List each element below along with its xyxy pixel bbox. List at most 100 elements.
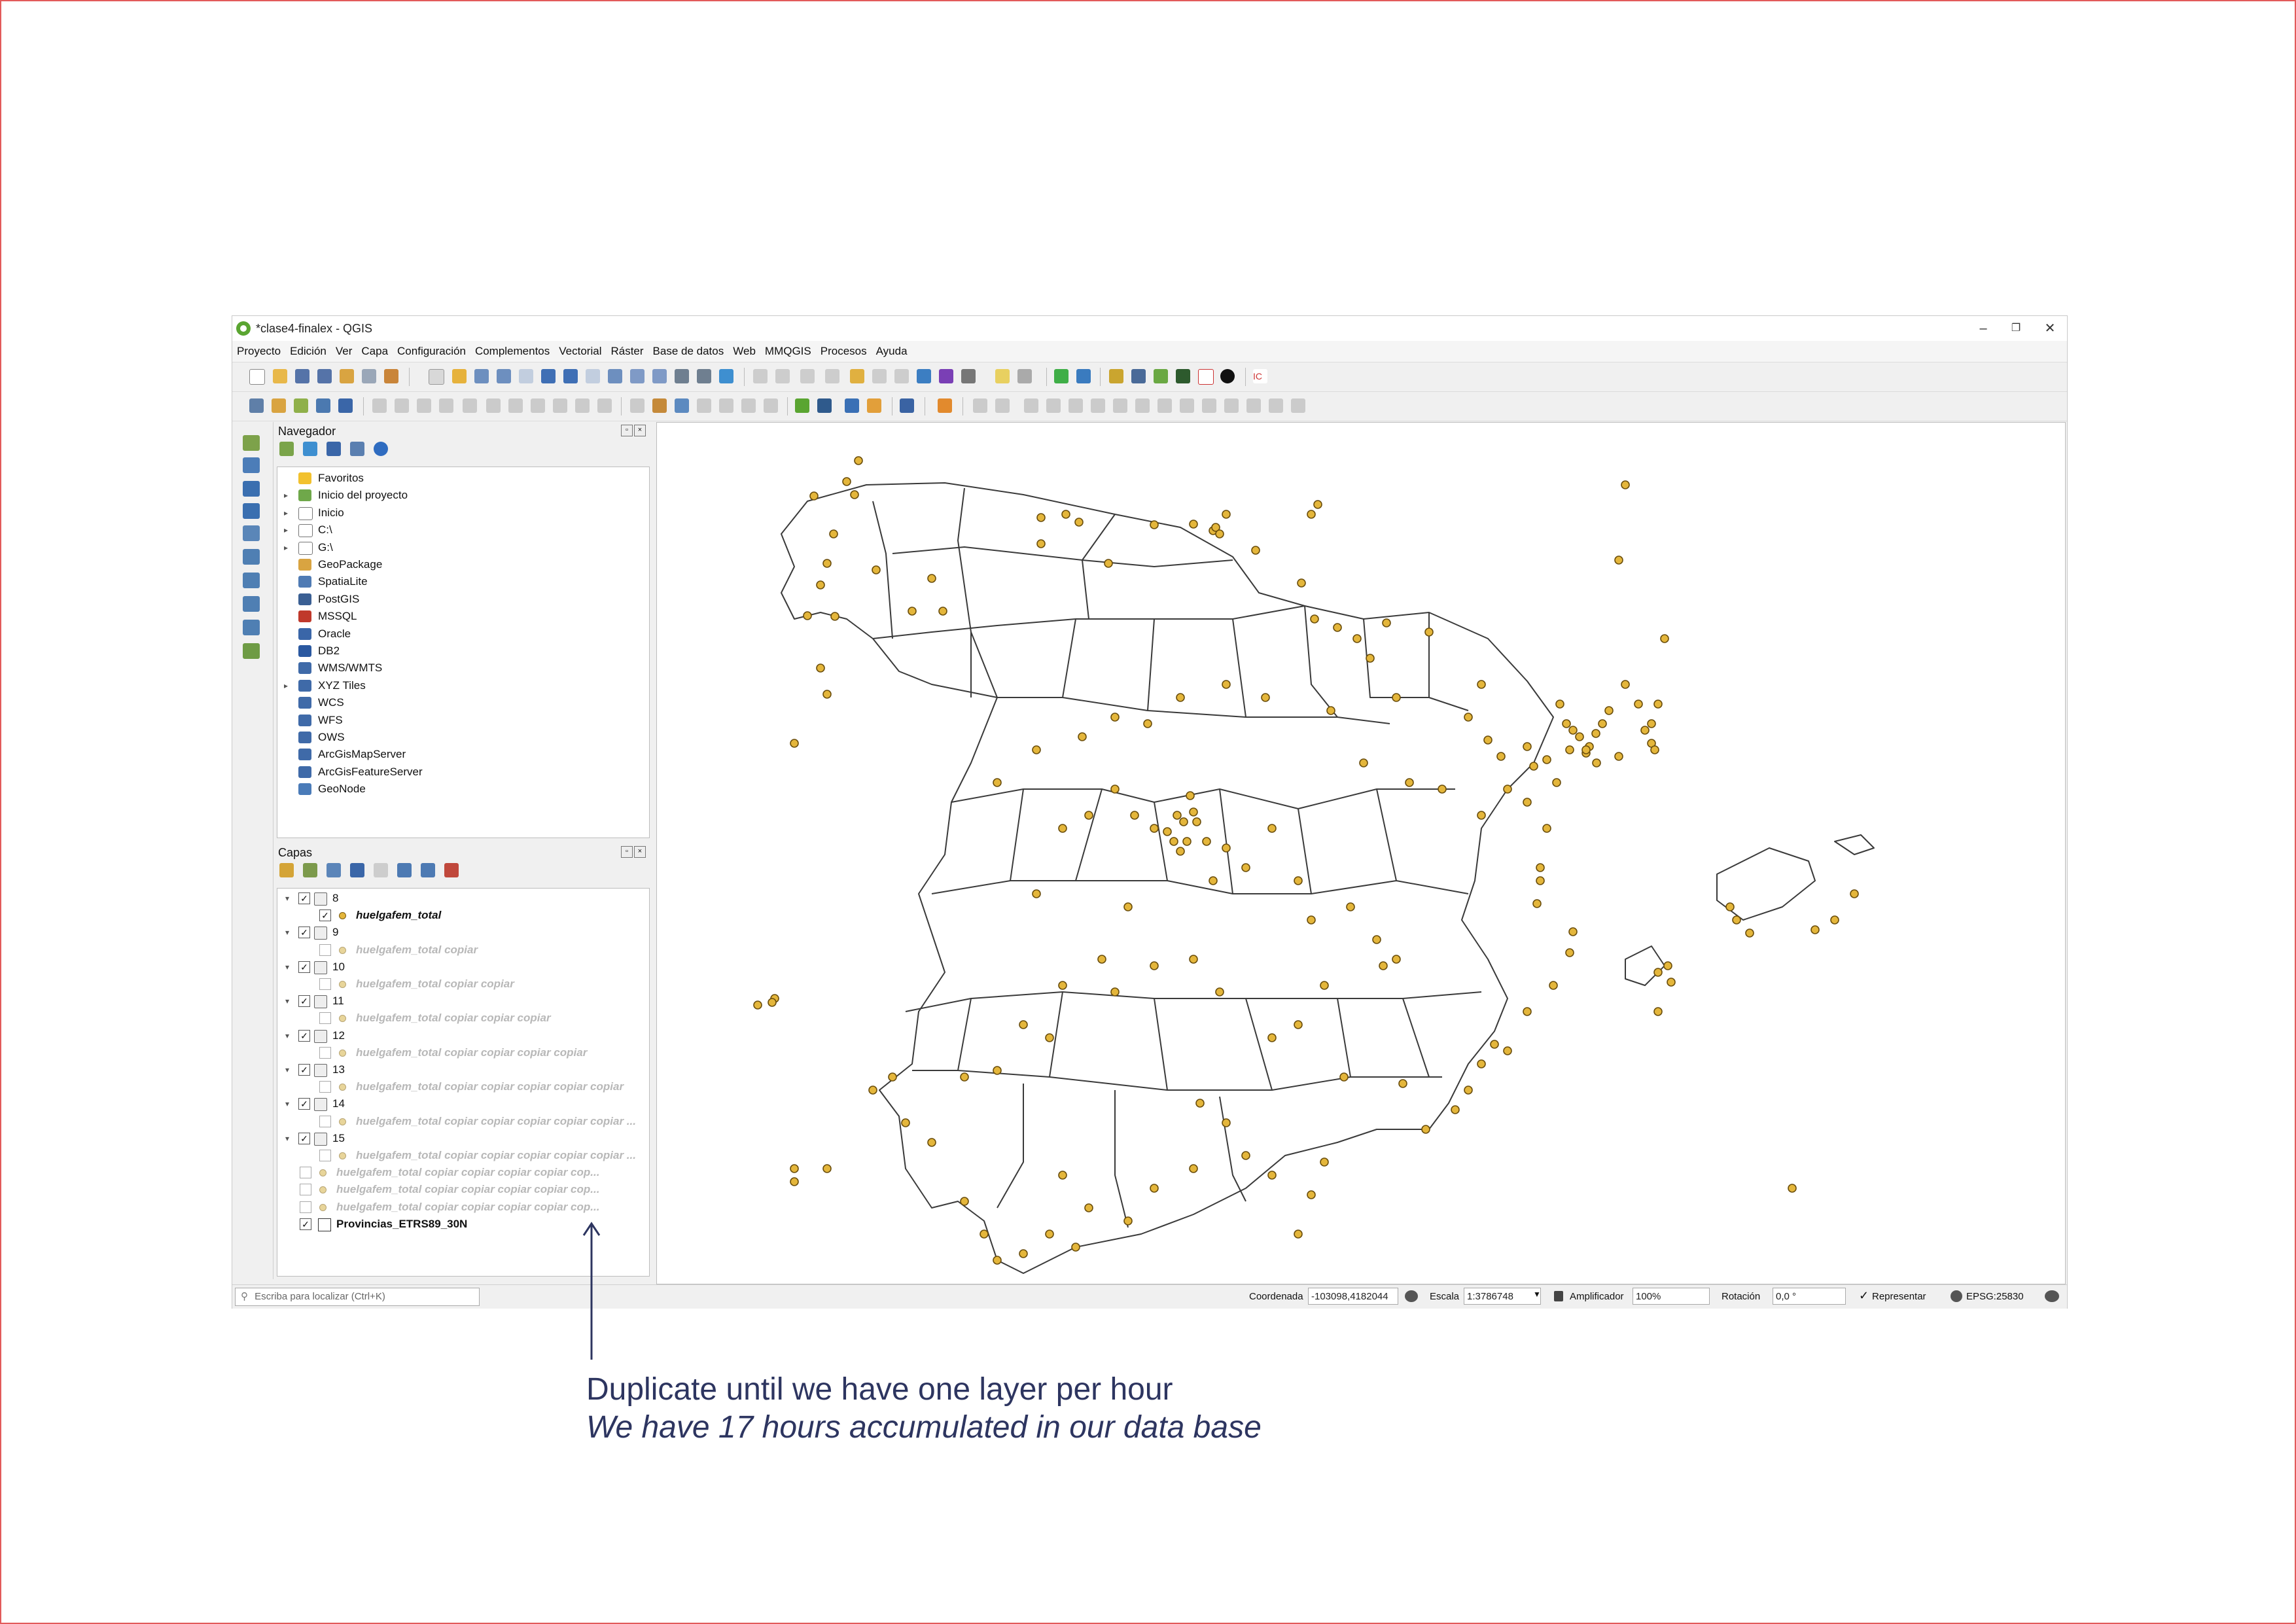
navigator-item[interactable]: SpatiaLite (277, 573, 649, 590)
identify-icon[interactable] (753, 369, 768, 383)
strike-point[interactable] (1036, 513, 1046, 522)
zoom-native-icon[interactable] (608, 369, 622, 383)
strike-point[interactable] (1496, 752, 1506, 761)
strike-point[interactable] (901, 1118, 910, 1127)
toggle-editing-icon[interactable] (395, 398, 409, 413)
layer-group-row[interactable]: ▾ ✓ 11 (277, 993, 649, 1010)
strike-point[interactable] (1084, 1203, 1093, 1212)
strike-point[interactable] (822, 1164, 832, 1173)
layer-group-row[interactable]: ▾ ✓ 12 (277, 1027, 649, 1044)
layer-visibility-checkbox[interactable] (319, 1046, 331, 1059)
navigator-item[interactable]: ▸ Inicio (277, 504, 649, 521)
magnifier-field[interactable]: 100% (1633, 1288, 1710, 1305)
expand-arrow-icon[interactable]: ▸ (284, 487, 288, 504)
layer-row[interactable]: huelgafem_total copiar copiar copiar cop… (277, 1147, 649, 1164)
strike-point[interactable] (842, 477, 851, 486)
strike-point[interactable] (1346, 902, 1355, 911)
leaf-plugin-icon[interactable] (1154, 369, 1168, 383)
remove-layer-icon[interactable] (444, 863, 459, 877)
collapse-arrow-icon[interactable]: ▾ (285, 1061, 289, 1078)
navigator-item[interactable]: ▸ XYZ Tiles (277, 677, 649, 694)
strike-point[interactable] (888, 1072, 897, 1082)
strike-point[interactable] (1058, 1171, 1067, 1180)
strike-point[interactable] (1071, 1243, 1080, 1252)
render-checkbox[interactable]: ✓ (1859, 1289, 1869, 1303)
select-features-icon[interactable] (800, 369, 815, 383)
map-tips-icon[interactable] (995, 369, 1010, 383)
coordinate-field[interactable]: -103098,4182044 (1308, 1288, 1398, 1305)
strike-point[interactable] (1536, 876, 1545, 885)
navigator-item[interactable]: ArcGisFeatureServer (277, 764, 649, 781)
menu-ayuda[interactable]: Ayuda (872, 341, 912, 362)
layer-visibility-checkbox[interactable] (319, 1012, 331, 1025)
layer-group-row[interactable]: ▾ ✓ 13 (277, 1061, 649, 1078)
strike-point[interactable] (1241, 863, 1250, 872)
strike-point[interactable] (927, 1138, 936, 1147)
strike-point[interactable] (1320, 981, 1329, 990)
add-delimited-text-icon[interactable] (243, 643, 260, 659)
layer-row[interactable]: huelgafem_total copiar copiar copiar cop… (277, 1044, 649, 1061)
strike-point[interactable] (1366, 654, 1375, 663)
collapse-all-icon[interactable] (350, 442, 364, 456)
strike-point[interactable] (927, 574, 936, 583)
text-annotation-icon[interactable] (1017, 369, 1032, 383)
layer-visibility-checkbox[interactable]: ✓ (298, 1098, 310, 1110)
strike-point[interactable] (854, 456, 863, 465)
zoom-rubberband-icon[interactable] (519, 369, 533, 383)
strike-point[interactable] (1307, 1190, 1316, 1199)
strike-point[interactable] (1294, 1229, 1303, 1239)
advanced-digitize-8-icon[interactable] (1135, 398, 1150, 413)
undock-icon[interactable]: ▫ (621, 425, 633, 436)
navigator-item[interactable]: MSSQL (277, 608, 649, 625)
expression-filter-icon[interactable] (374, 863, 388, 877)
strike-point[interactable] (1621, 480, 1630, 489)
navigator-item[interactable]: ▸ Inicio del proyecto (277, 487, 649, 504)
strike-point[interactable] (1745, 928, 1754, 938)
strike-point[interactable] (1182, 837, 1192, 846)
advanced-digitize-12-icon[interactable] (1224, 398, 1239, 413)
menu-mmqgis[interactable]: MMQGIS (760, 341, 816, 362)
strike-point[interactable] (1333, 623, 1342, 632)
strike-point[interactable] (1405, 778, 1414, 787)
strike-point[interactable] (1392, 955, 1401, 964)
strike-point[interactable] (1032, 889, 1041, 898)
navigator-item[interactable]: Favoritos (277, 470, 649, 487)
strike-point[interactable] (1241, 1151, 1250, 1160)
strike-point[interactable] (790, 1177, 799, 1186)
navigator-item[interactable]: ArcGisMapServer (277, 746, 649, 763)
layer-visibility-checkbox[interactable] (319, 1115, 331, 1127)
strike-point[interactable] (1562, 719, 1571, 728)
strike-point[interactable] (1320, 1157, 1329, 1167)
strike-point[interactable] (1532, 899, 1542, 908)
layer-visibility-checkbox[interactable] (319, 944, 331, 956)
strike-point[interactable] (1176, 847, 1185, 856)
advanced-digitize-7-icon[interactable] (1113, 398, 1127, 413)
layer-visibility-checkbox[interactable]: ✓ (298, 995, 310, 1008)
copy-features-icon[interactable] (531, 398, 545, 413)
strike-point[interactable] (1058, 981, 1067, 990)
advanced-digitize-14-icon[interactable] (1269, 398, 1283, 413)
collapse-arrow-icon[interactable]: ▾ (285, 1095, 289, 1112)
strike-point[interactable] (1647, 719, 1656, 728)
strike-point[interactable] (1110, 785, 1120, 794)
layer-visibility-checkbox[interactable]: ✓ (298, 961, 310, 973)
navigator-item[interactable]: GeoNode (277, 781, 649, 798)
layer-row[interactable]: huelgafem_total copiar copiar copiar cop… (277, 1199, 649, 1216)
strike-point[interactable] (1477, 1059, 1486, 1068)
strike-point[interactable] (1604, 706, 1614, 715)
layer-group-row[interactable]: ▾ ✓ 15 (277, 1130, 649, 1147)
label-tool-3-icon[interactable] (675, 398, 689, 413)
strike-point[interactable] (1503, 1046, 1512, 1055)
navigator-item[interactable]: ▸ G:\ (277, 539, 649, 556)
strike-point[interactable] (1523, 742, 1532, 751)
scale-field[interactable]: 1:3786748 (1464, 1288, 1541, 1305)
strike-point[interactable] (1169, 837, 1178, 846)
collapse-arrow-icon[interactable]: ▾ (285, 1027, 289, 1044)
filter-icon[interactable] (327, 442, 341, 456)
strike-point[interactable] (1598, 719, 1607, 728)
rotation-field[interactable]: 0,0 ° (1773, 1288, 1846, 1305)
strike-point[interactable] (1830, 915, 1839, 925)
undock-icon[interactable]: ▫ (621, 846, 633, 858)
manage-visibility-icon[interactable] (327, 863, 341, 877)
navigator-item[interactable]: WMS/WMTS (277, 660, 649, 677)
